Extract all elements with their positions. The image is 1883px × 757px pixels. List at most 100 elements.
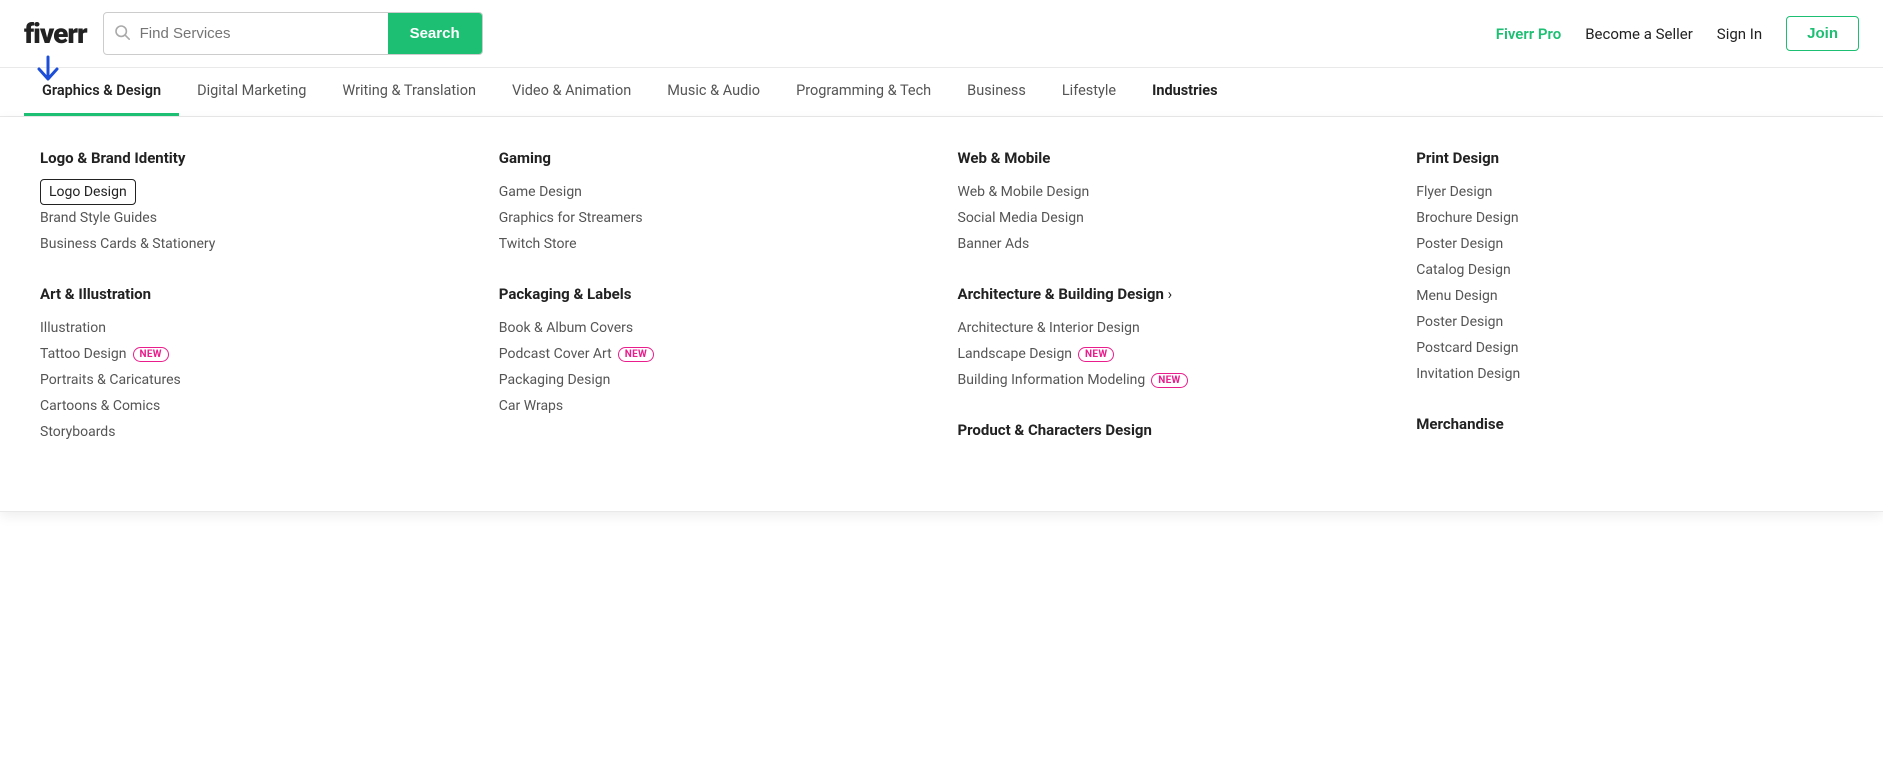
search-icon (104, 24, 140, 44)
nav-item-digital-marketing[interactable]: Digital Marketing (179, 68, 324, 116)
menu-item-graphics-for-streamers[interactable]: Graphics for Streamers (499, 205, 926, 231)
menu-item-logo-design[interactable]: Logo Design (40, 179, 136, 205)
menu-item-brand-style-guides[interactable]: Brand Style Guides (40, 205, 467, 231)
menu-item-label: Menu Design (1416, 288, 1497, 304)
menu-item-poster-design[interactable]: Poster Design (1416, 309, 1843, 335)
menu-section-3-1: Merchandise (1416, 415, 1843, 445)
logo[interactable]: fiverr (24, 17, 87, 50)
menu-item-label: Landscape Design (958, 346, 1073, 362)
menu-item-game-design[interactable]: Game Design (499, 179, 926, 205)
nav-item-industries[interactable]: Industries (1134, 68, 1235, 116)
menu-item-label: Game Design (499, 184, 582, 200)
menu-item-social-media-design[interactable]: Social Media Design (958, 205, 1385, 231)
menu-section-title: Art & Illustration (40, 285, 467, 303)
menu-item-car-wraps[interactable]: Car Wraps (499, 393, 926, 419)
fiverr-pro-link[interactable]: Fiverr Pro (1496, 25, 1561, 43)
menu-item-label: Cartoons & Comics (40, 398, 160, 414)
menu-item-business-cards---stationery[interactable]: Business Cards & Stationery (40, 231, 467, 257)
menu-section-2-2: Product & Characters Design (958, 421, 1385, 451)
menu-item-twitch-store[interactable]: Twitch Store (499, 231, 926, 257)
new-badge: NEW (1151, 373, 1187, 388)
menu-item-packaging-design[interactable]: Packaging Design (499, 367, 926, 393)
new-badge: NEW (133, 347, 169, 362)
sign-in-link[interactable]: Sign In (1717, 25, 1762, 43)
menu-item-label: Architecture & Interior Design (958, 320, 1140, 336)
menu-section-title: Gaming (499, 149, 926, 167)
nav-item-music---audio[interactable]: Music & Audio (649, 68, 778, 116)
menu-section-title: Packaging & Labels (499, 285, 926, 303)
menu-item-invitation-design[interactable]: Invitation Design (1416, 361, 1843, 387)
menu-section-0-1: Art & Illustration Illustration Tattoo Des… (40, 285, 467, 445)
menu-item-label: Logo Design (49, 184, 127, 200)
menu-item-flyer-design[interactable]: Flyer Design (1416, 179, 1843, 205)
menu-section-title: Print Design (1416, 149, 1843, 167)
logo-text: fiverr (24, 17, 87, 50)
menu-section-2-0: Web & Mobile Web & Mobile Design Social Me… (958, 149, 1385, 257)
menu-item-label: Banner Ads (958, 236, 1030, 252)
menu-section-title: Web & Mobile (958, 149, 1385, 167)
menu-section-2-1: Architecture & Building Design Architectu… (958, 285, 1385, 393)
menu-item-building-information-modeling[interactable]: Building Information Modeling NEW (958, 367, 1385, 393)
search-button[interactable]: Search (388, 13, 482, 54)
menu-item-illustration[interactable]: Illustration (40, 315, 467, 341)
menu-item-label: Tattoo Design (40, 346, 127, 362)
menu-section-title: Architecture & Building Design (958, 285, 1385, 303)
menu-item-label: Portraits & Caricatures (40, 372, 181, 388)
menu-item-label: Podcast Cover Art (499, 346, 612, 362)
menu-item-label: Business Cards & Stationery (40, 236, 215, 252)
menu-item-label: Packaging Design (499, 372, 611, 388)
menu-section-1-0: Gaming Game Design Graphics for Streamers T… (499, 149, 926, 257)
nav-item-business[interactable]: Business (949, 68, 1044, 116)
nav-item-video---animation[interactable]: Video & Animation (494, 68, 649, 116)
menu-section-3-0: Print Design Flyer Design Brochure Design P… (1416, 149, 1843, 387)
menu-item-label: Web & Mobile Design (958, 184, 1090, 200)
menu-item-brochure-design[interactable]: Brochure Design (1416, 205, 1843, 231)
menu-item-catalog-design[interactable]: Catalog Design (1416, 257, 1843, 283)
nav-item-graphics---design[interactable]: Graphics & Design (24, 68, 179, 116)
menu-item-landscape-design[interactable]: Landscape Design NEW (958, 341, 1385, 367)
menu-item-label: Book & Album Covers (499, 320, 633, 336)
menu-item-postcard-design[interactable]: Postcard Design (1416, 335, 1843, 361)
header-links: Fiverr Pro Become a Seller Sign In Join (1496, 16, 1859, 51)
menu-item-label: Storyboards (40, 424, 115, 440)
dropdown-menu: Logo & Brand Identity Logo Design Brand St… (0, 117, 1883, 512)
menu-item-podcast-cover-art[interactable]: Podcast Cover Art NEW (499, 341, 926, 367)
menu-item-label: Social Media Design (958, 210, 1084, 226)
menu-section-title: Logo & Brand Identity (40, 149, 467, 167)
menu-section-1-1: Packaging & Labels Book & Album Covers Pod… (499, 285, 926, 419)
become-seller-link[interactable]: Become a Seller (1585, 25, 1693, 43)
menu-item-label: Illustration (40, 320, 106, 336)
menu-item-label: Brochure Design (1416, 210, 1518, 226)
menu-item-poster-design[interactable]: Poster Design (1416, 231, 1843, 257)
menu-item-book---album-covers[interactable]: Book & Album Covers (499, 315, 926, 341)
menu-item-label: Car Wraps (499, 398, 563, 414)
menu-item-label: Building Information Modeling (958, 372, 1146, 388)
nav-item-lifestyle[interactable]: Lifestyle (1044, 68, 1134, 116)
join-button[interactable]: Join (1786, 16, 1859, 51)
menu-item-label: Invitation Design (1416, 366, 1520, 382)
menu-item-label: Graphics for Streamers (499, 210, 643, 226)
menu-item-banner-ads[interactable]: Banner Ads (958, 231, 1385, 257)
menu-item-tattoo-design[interactable]: Tattoo Design NEW (40, 341, 467, 367)
dropdown-col-1: Gaming Game Design Graphics for Streamers T… (499, 149, 926, 479)
search-input[interactable] (140, 15, 388, 52)
menu-item-cartoons---comics[interactable]: Cartoons & Comics (40, 393, 467, 419)
menu-item-menu-design[interactable]: Menu Design (1416, 283, 1843, 309)
nav-item-writing---translation[interactable]: Writing & Translation (324, 68, 494, 116)
menu-item-label: Brand Style Guides (40, 210, 157, 226)
search-bar: Search (103, 12, 483, 55)
menu-item-label: Poster Design (1416, 236, 1503, 252)
menu-section-title: Merchandise (1416, 415, 1843, 433)
menu-item-storyboards[interactable]: Storyboards (40, 419, 467, 445)
menu-item-label: Poster Design (1416, 314, 1503, 330)
dropdown-col-3: Print Design Flyer Design Brochure Design P… (1416, 149, 1843, 479)
menu-item-portraits---caricatures[interactable]: Portraits & Caricatures (40, 367, 467, 393)
new-badge: NEW (1078, 347, 1114, 362)
menu-section-0-0: Logo & Brand Identity Logo Design Brand St… (40, 149, 467, 257)
dropdown-col-2: Web & Mobile Web & Mobile Design Social Me… (958, 149, 1385, 479)
nav-item-programming---tech[interactable]: Programming & Tech (778, 68, 949, 116)
header: fiverr Search Fiverr Pro Become a Seller… (0, 0, 1883, 68)
menu-item-web---mobile-design[interactable]: Web & Mobile Design (958, 179, 1385, 205)
new-badge: NEW (618, 347, 654, 362)
menu-item-architecture---interior-design[interactable]: Architecture & Interior Design (958, 315, 1385, 341)
